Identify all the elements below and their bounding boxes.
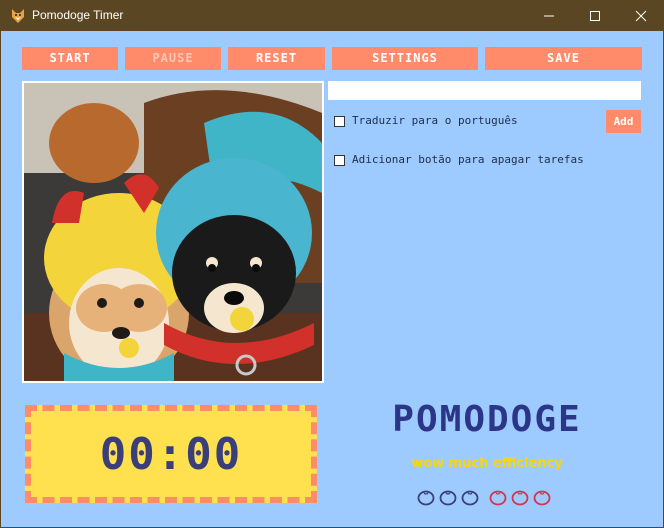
task-input[interactable] [328,81,641,100]
add-task-button[interactable]: Add [606,110,641,133]
reset-button[interactable]: RESET [228,47,325,70]
tomato-pending-icon [489,490,507,506]
dogs-in-hats-illustration [24,83,322,381]
tomato-pending-icon [533,490,551,506]
timer-display: 00:00 [99,429,243,480]
maximize-icon [590,11,600,21]
task-checkbox[interactable] [334,155,345,166]
close-icon [635,10,647,22]
tomato-done-icon [417,490,435,506]
title-bar[interactable]: Pomodoge Timer [1,1,663,31]
task-label: Adicionar botão para apagar tarefas [352,153,584,166]
maximize-button[interactable] [572,1,618,31]
task-label: Traduzir para o português [352,114,518,127]
save-button[interactable]: SAVE [485,47,642,70]
task-checkbox[interactable] [334,116,345,127]
tomato-done-icon [461,490,479,506]
brand-tagline: wow much efficiency [411,456,563,471]
tomato-pending-icon [511,490,529,506]
minimize-icon [544,15,554,17]
pause-button[interactable]: PAUSE [125,47,221,70]
close-button[interactable] [618,1,664,31]
shiba-icon [12,9,24,23]
window-title: Pomodoge Timer [32,8,124,22]
settings-button[interactable]: SETTINGS [332,47,478,70]
minimize-button[interactable] [526,1,572,31]
app-window: Pomodoge Timer START PAUSE RESET SETTING… [0,0,664,528]
brand-title: POMODOGE [392,399,582,440]
timer-panel: 00:00 [25,405,317,503]
tomato-done-icon [439,490,457,506]
start-button[interactable]: START [22,47,118,70]
doge-photo [22,81,324,383]
